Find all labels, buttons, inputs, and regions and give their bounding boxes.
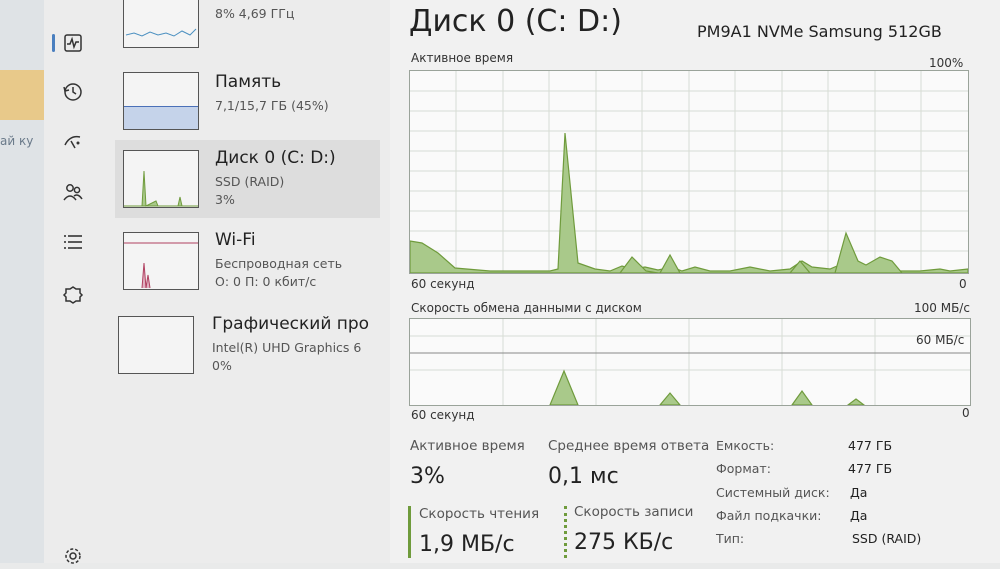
performance-icon[interactable] [60,30,86,56]
graph2-min: 0 [962,406,970,420]
property-key: Файл подкачки: [716,508,822,523]
active-time-value: 3% [410,464,445,489]
resource-name: ЦП [215,0,241,2]
property-value: 477 ГБ [848,438,893,453]
resource-detail: Беспроводная сеть [215,256,343,271]
active-time-label: Активное время [410,438,525,454]
transfer-series-peak-1 [549,369,579,406]
transfer-series-peak-3 [790,389,814,406]
write-speed-label: Скорость записи [574,504,694,520]
graph1-label: Активное время [411,51,514,65]
graph1-max: 100% [929,56,964,70]
graph2-max: 100 МБ/с [914,301,970,315]
page-title: Диск 0 (C: D:) [409,4,622,39]
active-time-graph [409,70,969,274]
active-time-series-part5 [834,231,904,274]
property-value: Да [850,508,868,523]
startup-icon[interactable] [60,129,86,155]
resource-usage: 0% [212,358,232,373]
graph1-time: 60 секунд [411,277,475,291]
read-speed-label: Скорость чтения [419,506,540,522]
resource-detail: SSD (RAID) [215,174,285,189]
disk-thumbnail [123,150,199,208]
transfer-rate-graph [409,318,971,406]
resource-detail: 8% 4,69 ГГц [215,6,295,21]
cpu-thumbnail [123,0,199,48]
wallpaper-text: ай ку [0,134,34,148]
transfer-rate-graph-svg [410,319,970,406]
property-value: Да [850,485,868,500]
response-time-label: Среднее время ответа [548,438,710,454]
details-icon[interactable] [60,229,86,255]
write-speed-value: 275 КБ/с [574,530,674,555]
resource-name: Графический про [212,314,370,334]
resource-detail: Intel(R) UHD Graphics 6 [212,340,362,355]
wallpaper-band [0,70,44,120]
gpu-thumbnail [118,316,194,374]
resource-throughput: О: 0 П: 0 кбит/с [215,274,317,289]
write-speed-marker [564,506,567,558]
resource-item-wifi[interactable]: Wi-Fi Беспроводная сеть О: 0 П: 0 кбит/с [115,226,380,298]
active-time-graph-svg [409,71,969,274]
resource-item-disk[interactable]: Диск 0 (C: D:) SSD (RAID) 3% [115,140,380,218]
property-value: 477 ГБ [848,461,893,476]
resource-item-memory[interactable]: Память 7,1/15,7 ГБ (45%) [115,66,380,138]
history-icon[interactable] [60,79,86,105]
resource-item-cpu[interactable]: ЦП 8% 4,69 ГГц [115,0,380,54]
property-key: Системный диск: [716,485,830,500]
settings-icon[interactable] [60,543,86,569]
resource-name: Wi-Fi [215,230,256,250]
nav-active-indicator [52,34,55,52]
resource-name: Диск 0 (C: D:) [215,148,336,168]
transfer-series-peak-2 [658,392,682,406]
property-key: Емкость: [716,438,775,453]
resource-usage: 3% [215,192,235,207]
transfer-series-peak-4 [846,398,866,406]
disk-model: PM9A1 NVMe Samsung 512GB [697,22,942,41]
property-key: Формат: [716,461,771,476]
active-time-series-part3 [658,253,682,274]
resource-item-gpu[interactable]: Графический про Intel(R) UHD Graphics 6 … [115,310,380,382]
resource-detail: 7,1/15,7 ГБ (45%) [215,98,329,113]
property-value: SSD (RAID) [852,531,922,546]
graph2-time: 60 секунд [411,408,475,422]
graph2-reference-label: 60 МБ/с [916,333,965,347]
memory-thumbnail [123,72,199,130]
services-icon[interactable] [60,282,86,308]
response-time-value: 0,1 мс [548,464,619,489]
read-speed-marker [408,506,411,558]
resource-name: Память [215,72,282,92]
wifi-thumbnail [123,232,199,290]
users-icon[interactable] [60,179,86,205]
graph1-min: 0 [959,277,967,291]
read-speed-value: 1,9 МБ/с [419,532,515,557]
graph2-label: Скорость обмена данными с диском [411,301,642,315]
property-key: Тип: [716,531,745,546]
